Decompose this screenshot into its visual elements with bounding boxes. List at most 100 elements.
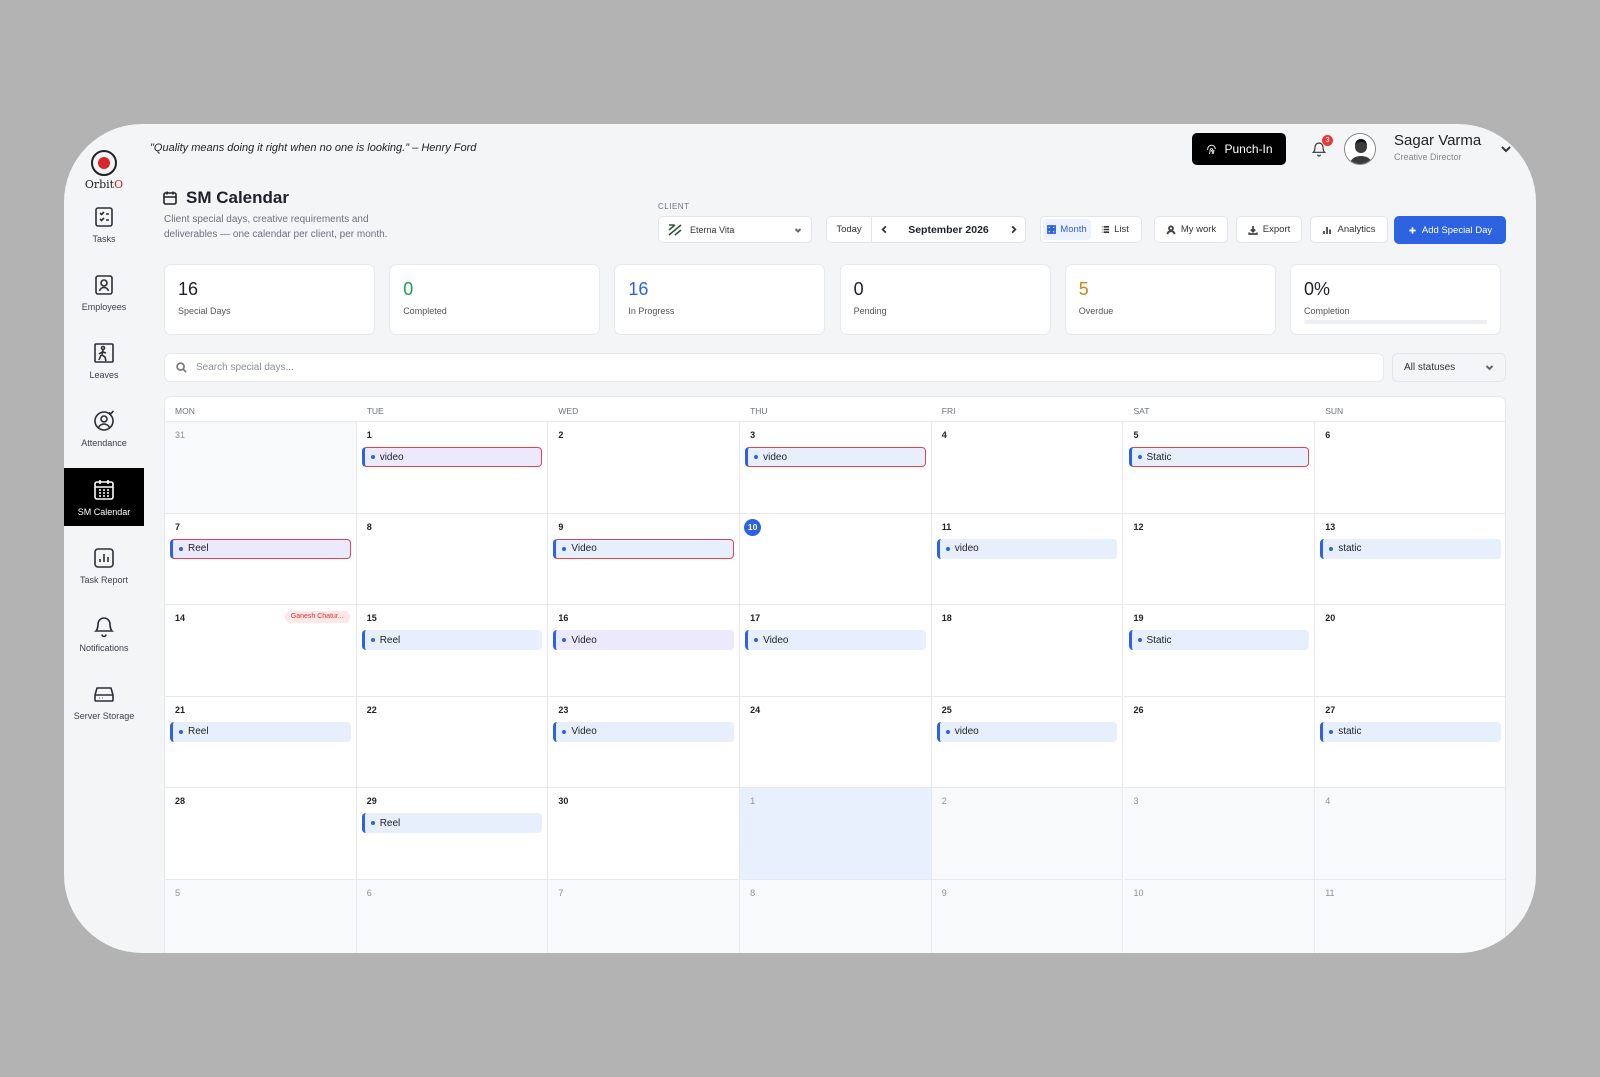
event-chip[interactable]: Static	[1128, 447, 1310, 467]
calendar-day-cell[interactable]: 5	[165, 879, 357, 953]
calendar-day-cell[interactable]: 8	[740, 879, 932, 953]
calendar-day-cell[interactable]: 16 Video	[548, 605, 741, 697]
list-view-tab[interactable]: List	[1091, 219, 1139, 240]
calendar-day-cell[interactable]: 1	[740, 788, 932, 880]
month-view-tab[interactable]: Month	[1043, 219, 1091, 240]
calendar-day-cell[interactable]: 9 Video	[548, 513, 741, 605]
calendar-day-cell[interactable]: 4	[1315, 788, 1505, 880]
calendar-day-cell[interactable]: 3 video	[740, 422, 932, 514]
weekday-label: SUN	[1325, 406, 1344, 416]
calendar-day-cell[interactable]: 26	[1123, 696, 1316, 788]
calendar-day-cell[interactable]: 5 Static	[1123, 422, 1316, 514]
event-chip[interactable]: Reel	[361, 813, 543, 833]
sidebar: OrbitO Tasks Employees Leaves Attendance SM …	[64, 124, 144, 953]
calendar-day-cell[interactable]: 2	[931, 788, 1124, 880]
calendar-day-cell[interactable]: 6	[1315, 422, 1505, 514]
sidebar-item-sm-calendar[interactable]: SM Calendar	[64, 468, 144, 526]
calendar-day-cell[interactable]: 14 Ganesh Chatur...	[165, 605, 357, 697]
day-number: 30	[558, 796, 569, 806]
avatar[interactable]	[1344, 133, 1376, 165]
analytics-label: Analytics	[1337, 224, 1376, 235]
add-special-day-button[interactable]: Add Special Day	[1394, 216, 1506, 244]
calendar-day-cell[interactable]: 22	[356, 696, 549, 788]
calendar-day-cell[interactable]: 3	[1123, 788, 1316, 880]
calendar-day-cell[interactable]: 7 Reel	[165, 513, 357, 605]
calendar-day-cell[interactable]: 19 Static	[1123, 605, 1316, 697]
calendar-day-cell[interactable]: 30	[548, 788, 741, 880]
calendar-day-cell[interactable]: 11	[1315, 879, 1505, 953]
export-button[interactable]: Export	[1236, 216, 1302, 243]
event-chip[interactable]: Video	[553, 721, 735, 742]
calendar-day-cell[interactable]: 25 video	[931, 696, 1124, 788]
search-input[interactable]	[196, 362, 1372, 373]
calendar-day-cell[interactable]: 12	[1123, 513, 1316, 605]
calendar-day-cell[interactable]: 11 video	[931, 513, 1124, 605]
event-chip[interactable]: Video	[553, 538, 735, 559]
calendar-day-cell[interactable]: 13 static	[1315, 514, 1505, 605]
punch-in-button[interactable]: Punch-In	[1192, 133, 1286, 165]
event-chip[interactable]: Video	[745, 630, 926, 650]
sidebar-item-tasks[interactable]: Tasks	[64, 195, 144, 253]
calendar-day-cell[interactable]: 24	[740, 696, 932, 788]
sidebar-item-notifications[interactable]: Notifications	[64, 604, 144, 662]
weekday-label: TUE	[366, 406, 384, 416]
calendar-day-cell[interactable]: 4	[931, 422, 1124, 514]
my-work-button[interactable]: My work	[1154, 216, 1228, 243]
chevron-down-icon[interactable]	[1500, 142, 1512, 154]
notifications-button[interactable]: 3	[1308, 135, 1333, 160]
next-month-button[interactable]	[1001, 217, 1025, 242]
event-chip[interactable]: video	[936, 721, 1118, 742]
status-filter-select[interactable]: All statuses	[1392, 353, 1506, 382]
event-chip[interactable]: Static	[1128, 630, 1310, 650]
calendar-day-cell[interactable]: 29 Reel	[356, 788, 549, 880]
calendar-icon	[163, 191, 177, 205]
holiday-badge[interactable]: Ganesh Chatur...	[284, 611, 350, 623]
client-select-value: Eterna Vita	[690, 224, 735, 235]
event-chip[interactable]: static	[1320, 721, 1501, 742]
client-select[interactable]: Eterna Vita	[658, 216, 812, 243]
sidebar-item-label: Task Report	[79, 574, 129, 585]
today-button[interactable]: Today	[827, 217, 872, 242]
calendar-day-cell[interactable]: 7	[548, 879, 741, 953]
event-chip[interactable]: Video	[553, 630, 735, 650]
calendar-day-cell[interactable]: 28	[165, 788, 357, 880]
calendar-grid: MON TUE WED THU FRI SAT SUN 31 1 video 2 3 video 4 5 S…	[164, 396, 1506, 953]
calendar-day-cell[interactable]: 2	[548, 422, 741, 514]
sidebar-item-label: Tasks	[92, 233, 116, 244]
calendar-day-cell[interactable]: 23 Video	[548, 696, 741, 788]
sidebar-item-leaves[interactable]: Leaves	[64, 331, 144, 389]
calendar-day-cell[interactable]: 9	[931, 879, 1124, 953]
calendar-day-cell[interactable]: 10	[1123, 879, 1316, 953]
sidebar-item-task-report[interactable]: Task Report	[64, 536, 144, 594]
sidebar-item-employees[interactable]: Employees	[64, 263, 144, 321]
stat-label: Completed	[403, 306, 447, 316]
calendar-day-cell[interactable]: 1 video	[356, 422, 549, 514]
event-chip[interactable]: video	[936, 538, 1118, 559]
sidebar-item-label: Leaves	[89, 369, 119, 380]
calendar-day-cell[interactable]: 10	[740, 513, 932, 605]
event-status-dot	[562, 638, 567, 642]
event-chip[interactable]: video	[361, 447, 543, 467]
sidebar-item-server-storage[interactable]: Server Storage	[64, 672, 144, 730]
calendar-day-cell[interactable]: 6	[356, 879, 549, 953]
app-logo[interactable]: OrbitO	[64, 150, 144, 191]
user-name[interactable]: Sagar Varma	[1394, 132, 1481, 149]
event-chip[interactable]: Reel	[170, 538, 351, 559]
prev-month-button[interactable]	[872, 217, 896, 242]
calendar-day-cell[interactable]: 8	[356, 513, 549, 605]
calendar-day-cell[interactable]: 21 Reel	[165, 696, 357, 788]
calendar-day-cell[interactable]: 20	[1315, 605, 1505, 697]
calendar-day-cell[interactable]: 18	[931, 605, 1124, 697]
analytics-button[interactable]: Analytics	[1310, 216, 1388, 243]
sidebar-item-attendance[interactable]: Attendance	[64, 399, 144, 457]
event-status-dot	[179, 729, 183, 734]
calendar-day-cell[interactable]: 15 Reel	[356, 605, 549, 697]
event-chip[interactable]: video	[745, 447, 926, 467]
event-chip[interactable]: Reel	[361, 630, 543, 650]
calendar-day-cell[interactable]: 17 Video	[740, 605, 932, 697]
event-chip[interactable]: static	[1320, 538, 1501, 559]
event-chip[interactable]: Reel	[170, 721, 351, 742]
calendar-day-cell[interactable]: 27 static	[1315, 697, 1505, 788]
day-number: 3	[1133, 796, 1139, 806]
calendar-day-cell[interactable]: 31	[165, 422, 357, 514]
